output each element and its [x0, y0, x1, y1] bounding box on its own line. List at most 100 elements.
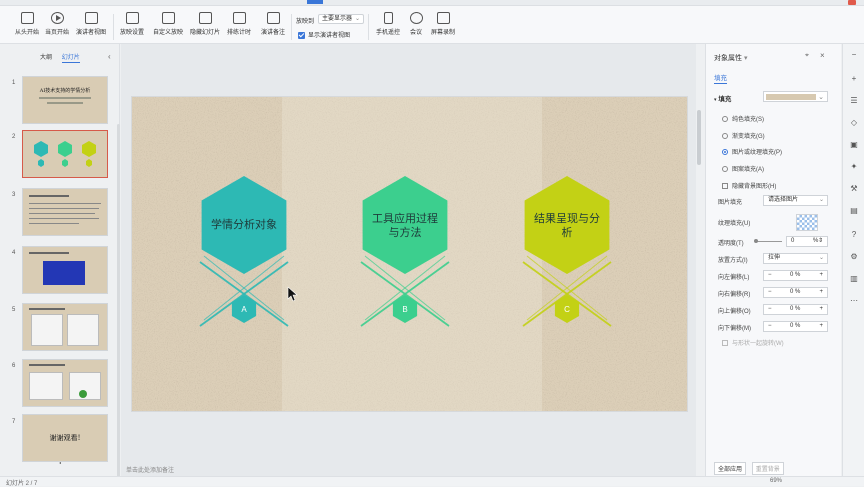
close-icon[interactable]: × [820, 51, 825, 60]
thumbnail-line [29, 364, 65, 366]
picture-fill-label: 图片填充 [718, 200, 743, 206]
hexagon-title[interactable]: 学情分析对象 [211, 217, 277, 231]
settings-screen-icon [125, 12, 139, 24]
radio-picture-fill[interactable]: 图片或纹理填充(P) [722, 147, 782, 156]
select-icon[interactable]: ▣ [849, 140, 859, 149]
checkbox-checked-icon [298, 31, 305, 39]
thumbnail-subtitle-line [47, 102, 83, 104]
minus-icon[interactable]: − [768, 305, 772, 314]
canvas-scrollbar[interactable] [697, 110, 701, 165]
tab-outline[interactable]: 大纲 [40, 55, 52, 61]
slide-thumbnail-2[interactable] [22, 130, 108, 178]
hexagon-letter[interactable]: A [241, 305, 247, 314]
plus-icon[interactable]: + [819, 271, 823, 280]
slide-number: 1 [12, 80, 16, 86]
display-select[interactable]: 主要显示器 ⌄ [318, 14, 364, 24]
slide-thumbnail-5[interactable] [22, 303, 108, 351]
minus-icon[interactable]: − [849, 50, 859, 59]
minus-icon[interactable]: − [768, 288, 772, 297]
radio-gradient-fill[interactable]: 渐变填充(G) [722, 131, 765, 140]
ribbon-divider [368, 14, 369, 40]
thumbnail-title: 谢谢观看! [49, 434, 81, 442]
hexagon-title-line[interactable]: 结果呈现与分 [534, 212, 600, 225]
thumbnail-hexagons [34, 141, 96, 167]
plus-icon[interactable]: + [819, 288, 823, 297]
plus-icon[interactable]: + [819, 305, 823, 314]
current-slide[interactable]: 学情分析对象 A 工具应用过程与方法 B 结果呈现与分析 C [131, 96, 688, 412]
rotate-with-shape-checkbox[interactable]: 与形状一起旋转(W) [722, 338, 784, 347]
hexagon-letter[interactable]: B [402, 305, 407, 314]
fill-section-header[interactable]: ▾ 填充 [714, 93, 731, 103]
tab-slides[interactable]: 幻灯片 [61, 55, 80, 63]
ribbon-divider [291, 14, 292, 40]
apply-all-button[interactable]: 全部应用 [714, 462, 747, 475]
plus-icon[interactable]: + [849, 74, 859, 83]
collapse-panel-icon[interactable]: ‹ [108, 52, 111, 61]
style-icon[interactable]: ▤ [849, 206, 859, 215]
active-tab-indicator [307, 0, 323, 4]
slide-thumbnail-1[interactable]: AI技术支持的学情分析 [22, 76, 108, 124]
status-bar: 幻灯片 2 / 7 69% [0, 476, 864, 487]
transparency-input[interactable]: 0% ⇕ [786, 236, 828, 247]
hexagon-letter[interactable]: C [564, 305, 570, 314]
shape-icon[interactable]: ◇ [849, 118, 859, 127]
slide-thumbnail-6[interactable] [22, 359, 108, 407]
plus-icon[interactable]: + [819, 322, 823, 331]
zoom-level[interactable]: 69% [770, 478, 782, 484]
hide-slide-button[interactable]: 隐藏幻灯片 [187, 12, 223, 44]
chevron-down-icon: ▾ [743, 55, 748, 62]
properties-icon[interactable]: ☰ [849, 96, 859, 105]
fill-preview-swatch[interactable]: ⌄ [763, 91, 828, 102]
radio-pattern-fill[interactable]: 图案填充(A) [722, 164, 764, 173]
animation-icon[interactable]: ✦ [849, 162, 859, 171]
project-to-label: 放映到 [296, 19, 315, 25]
presenter-view-button[interactable]: 演讲者视图 [73, 12, 109, 44]
slide-thumbnail-3[interactable] [22, 188, 108, 236]
hexagon-title-line[interactable]: 析 [562, 225, 573, 239]
tab-fill[interactable]: 填充 [714, 72, 727, 84]
thumbnail-scrollbar[interactable] [117, 124, 120, 484]
hexagon-title-line[interactable]: 工具应用过程 [372, 211, 438, 225]
help-icon[interactable]: ? [849, 230, 859, 239]
rehearse-timing-button[interactable]: 排练计时 [223, 12, 255, 44]
offset-right-stepper[interactable]: −0 % + [763, 287, 828, 298]
offset-left-label: 向左偏移(L) [718, 275, 750, 281]
close-window-button[interactable] [848, 0, 856, 5]
transparency-slider[interactable] [754, 239, 782, 243]
thumbnail-line [29, 223, 79, 224]
chevron-down-icon: ⌄ [354, 16, 360, 22]
minus-icon[interactable]: − [768, 271, 772, 280]
placement-select[interactable]: 拉伸 ⌄ [763, 253, 828, 264]
slide-thumbnail-7[interactable]: 谢谢观看! [22, 414, 108, 462]
offset-top-label: 向上偏移(O) [718, 309, 751, 315]
custom-show-button[interactable]: 自定义放映 [151, 12, 185, 44]
reset-background-button[interactable]: 重置背景 [751, 462, 784, 475]
screen-record-button[interactable]: 屏幕录制 [428, 12, 458, 44]
offset-top-stepper[interactable]: −0 % + [763, 304, 828, 315]
slide-thumbnail-4[interactable] [22, 246, 108, 294]
settings-icon[interactable]: ⚙ [849, 252, 859, 261]
presenter-view-checkbox[interactable]: 显示演讲者视图 [298, 30, 350, 39]
panel-icon[interactable]: ▥ [849, 274, 859, 283]
texture-picker[interactable] [796, 214, 818, 231]
offset-left-stepper[interactable]: −0 % + [763, 270, 828, 281]
spinner-icon[interactable]: ⇕ [818, 237, 823, 246]
offset-bottom-stepper[interactable]: −0 % + [763, 321, 828, 332]
from-start-button[interactable]: 从头开始 [12, 12, 42, 44]
meeting-button[interactable]: 会议 [405, 12, 427, 44]
slideshow-settings-button[interactable]: 放映设置 [116, 12, 148, 44]
thumbnail-title: AI技术支持的学情分析 [39, 88, 91, 94]
picture-fill-select[interactable]: 请选择图片 ⌄ [763, 195, 828, 206]
phone-remote-button[interactable]: 手机遥控 [372, 12, 404, 44]
speaker-notes-button[interactable]: 演讲备注 [257, 12, 289, 44]
pin-icon[interactable]: ⌖ [805, 52, 809, 60]
from-current-button[interactable]: 当页开始 [42, 12, 72, 44]
minus-icon[interactable]: − [768, 322, 772, 331]
hexagon-title-line[interactable]: 与方法 [389, 225, 422, 239]
hide-background-checkbox[interactable]: 隐藏背景图形(H) [722, 181, 776, 190]
more-icon[interactable]: ⋯ [849, 296, 859, 305]
thumbnail-image [29, 372, 63, 400]
radio-solid-fill[interactable]: 纯色填充(S) [722, 114, 764, 123]
notes-placeholder[interactable]: 单击此处添加备注 [126, 465, 174, 474]
tools-icon[interactable]: ⚒ [849, 184, 859, 193]
